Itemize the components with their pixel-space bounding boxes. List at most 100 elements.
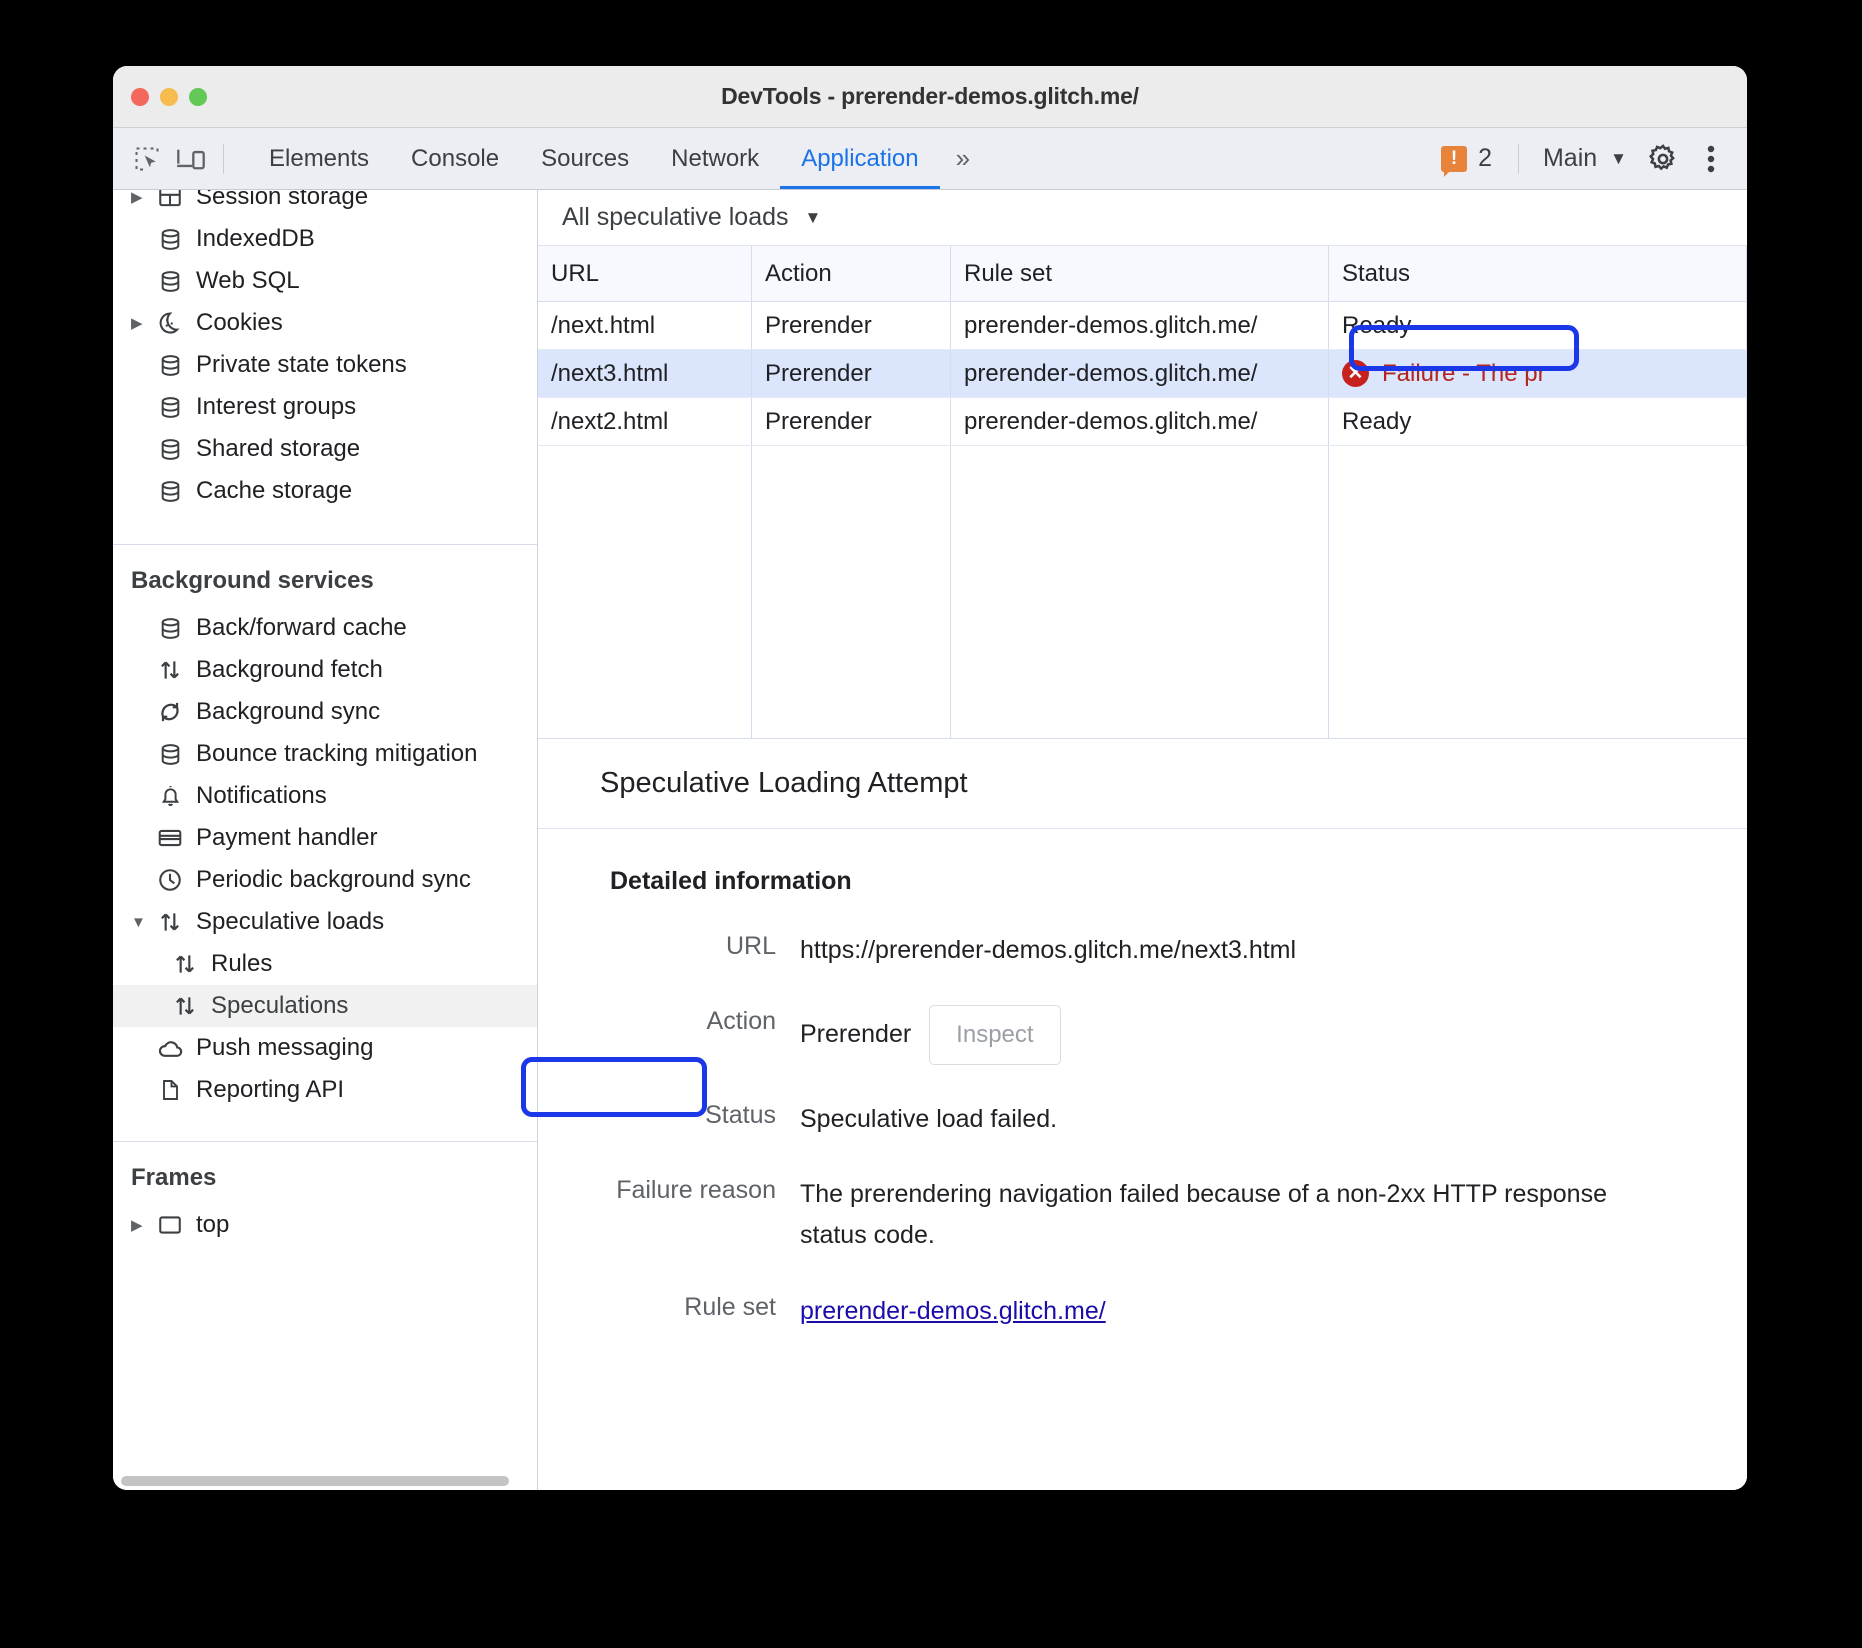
sidebar-item-private-state-tokens[interactable]: · Private state tokens: [113, 344, 537, 386]
sidebar-item-background-sync[interactable]: · Background sync: [113, 691, 537, 733]
sidebar-item-speculative-loads[interactable]: ▼ Speculative loads: [113, 901, 537, 943]
toolbar-divider-2: [1518, 144, 1519, 174]
more-tabs-icon[interactable]: »: [940, 143, 982, 174]
sidebar-item-cookies[interactable]: ▶ Cookies: [113, 302, 537, 344]
sidebar-item-label: Cookies: [196, 309, 283, 337]
chevron-down-icon[interactable]: ▼: [131, 914, 153, 931]
no-disclosure: ·: [131, 441, 153, 458]
sidebar-horizontal-scrollbar[interactable]: [113, 1472, 537, 1490]
column-header-action[interactable]: Action: [752, 246, 951, 301]
sidebar-item-label: Speculative loads: [196, 908, 384, 936]
database-icon: [153, 432, 187, 466]
inspect-element-icon[interactable]: [125, 137, 169, 181]
sidebar-item-bounce-tracking-mitigation[interactable]: · Bounce tracking mitigation: [113, 733, 537, 775]
tab-application[interactable]: Application: [780, 128, 939, 189]
sidebar-item-label: IndexedDB: [196, 225, 315, 253]
column-header-ruleset[interactable]: Rule set: [951, 246, 1329, 301]
sidebar-item-label: Notifications: [196, 782, 327, 810]
sidebar-item-label: Rules: [211, 950, 272, 978]
sidebar-item-label: Background sync: [196, 698, 380, 726]
sidebar-item-push-messaging[interactable]: · Push messaging: [113, 1027, 537, 1069]
chevron-right-icon[interactable]: ▶: [131, 314, 153, 332]
sidebar-item-top-frame[interactable]: ▶ top: [113, 1204, 537, 1246]
sidebar-item-indexeddb[interactable]: · IndexedDB: [113, 218, 537, 260]
sidebar-item-shared-storage[interactable]: · Shared storage: [113, 428, 537, 470]
cell-status: ✕ Failure - The pr: [1329, 350, 1747, 397]
no-disclosure: ·: [131, 399, 153, 416]
tab-elements[interactable]: Elements: [248, 128, 390, 189]
chevron-down-icon: ▼: [1610, 149, 1627, 169]
sidebar-item-back-forward-cache[interactable]: · Back/forward cache: [113, 607, 537, 649]
tab-network[interactable]: Network: [650, 128, 780, 189]
sidebar-item-speculations[interactable]: Speculations: [113, 985, 537, 1027]
inspect-button[interactable]: Inspect: [929, 1005, 1060, 1065]
sidebar-item-cache-storage[interactable]: · Cache storage: [113, 470, 537, 512]
cell-status: Ready: [1329, 302, 1747, 349]
no-disclosure: ·: [131, 1040, 153, 1057]
filter-toolbar: All speculative loads ▼: [538, 190, 1747, 246]
bell-icon: [153, 779, 187, 813]
detail-row-action: Action Prerender Inspect: [538, 1005, 1747, 1065]
maximize-window-button[interactable]: [189, 88, 207, 106]
sidebar-item-rules[interactable]: Rules: [113, 943, 537, 985]
sidebar-item-session-storage[interactable]: ▶ Session storage: [113, 190, 537, 218]
warning-icon: !: [1441, 146, 1467, 172]
table-row[interactable]: /next3.html Prerender prerender-demos.gl…: [538, 350, 1747, 398]
chevron-right-icon[interactable]: ▶: [131, 190, 153, 206]
detail-label-url: URL: [538, 930, 800, 971]
database-icon: [153, 348, 187, 382]
column-header-url[interactable]: URL: [538, 246, 752, 301]
gear-icon[interactable]: [1641, 137, 1685, 181]
cell-ruleset: prerender-demos.glitch.me/: [951, 398, 1329, 445]
cell-action: Prerender: [752, 302, 951, 349]
sidebar-item-payment-handler[interactable]: · Payment handler: [113, 817, 537, 859]
filler-cell-url: [538, 446, 752, 738]
device-toolbar-icon[interactable]: [169, 137, 213, 181]
table-row[interactable]: /next2.html Prerender prerender-demos.gl…: [538, 398, 1747, 446]
scrollbar-thumb[interactable]: [121, 1476, 509, 1486]
database-icon: [153, 474, 187, 508]
rule-set-link[interactable]: prerender-demos.glitch.me/: [800, 1297, 1106, 1325]
arrows-updown-icon: [153, 905, 187, 939]
tab-sources[interactable]: Sources: [520, 128, 650, 189]
arrows-updown-icon: [168, 947, 202, 981]
sidebar-item-label: Back/forward cache: [196, 614, 407, 642]
no-disclosure: ·: [131, 746, 153, 763]
detail-value-action: Prerender: [800, 1014, 911, 1055]
warnings-indicator[interactable]: ! 2: [1429, 144, 1504, 173]
credit-card-icon: [153, 821, 187, 855]
minimize-window-button[interactable]: [160, 88, 178, 106]
sidebar-item-reporting-api[interactable]: · Reporting API: [113, 1069, 537, 1111]
sidebar-item-web-sql[interactable]: · Web SQL: [113, 260, 537, 302]
sidebar-item-interest-groups[interactable]: · Interest groups: [113, 386, 537, 428]
context-selector[interactable]: Main ▼: [1533, 144, 1637, 173]
toolbar-right-group: ! 2 Main ▼: [1429, 137, 1733, 181]
chevron-right-icon[interactable]: ▶: [131, 1216, 153, 1234]
context-selector-label: Main: [1543, 144, 1597, 173]
window-title: DevTools - prerender-demos.glitch.me/: [113, 83, 1747, 110]
close-window-button[interactable]: [131, 88, 149, 106]
tab-console[interactable]: Console: [390, 128, 520, 189]
database-icon: [153, 611, 187, 645]
kebab-menu-icon[interactable]: [1689, 137, 1733, 181]
sidebar-item-label: Background fetch: [196, 656, 383, 684]
document-icon: [153, 1073, 187, 1107]
status-badge-failure: ✕ Failure - The pr: [1342, 360, 1546, 388]
database-icon: [153, 222, 187, 256]
sidebar-item-notifications[interactable]: · Notifications: [113, 775, 537, 817]
sidebar-item-periodic-background-sync[interactable]: · Periodic background sync: [113, 859, 537, 901]
cell-url: /next3.html: [538, 350, 752, 397]
column-header-status[interactable]: Status: [1329, 246, 1747, 301]
detail-row-rule-set: Rule set prerender-demos.glitch.me/: [538, 1291, 1747, 1332]
sidebar-item-background-fetch[interactable]: · Background fetch: [113, 649, 537, 691]
sidebar-item-label: Payment handler: [196, 824, 377, 852]
sidebar-tree: ▶ Session storage ·: [113, 190, 537, 1472]
status-failure-text: Failure - The pr: [1382, 360, 1546, 388]
cell-ruleset: prerender-demos.glitch.me/: [951, 350, 1329, 397]
sidebar-item-label: Cache storage: [196, 477, 352, 505]
table-row[interactable]: /next.html Prerender prerender-demos.gli…: [538, 302, 1747, 350]
no-disclosure: ·: [131, 273, 153, 290]
speculative-loads-filter[interactable]: All speculative loads ▼: [562, 203, 821, 232]
no-disclosure: ·: [131, 483, 153, 500]
detail-row-url: URL https://prerender-demos.glitch.me/ne…: [538, 930, 1747, 971]
